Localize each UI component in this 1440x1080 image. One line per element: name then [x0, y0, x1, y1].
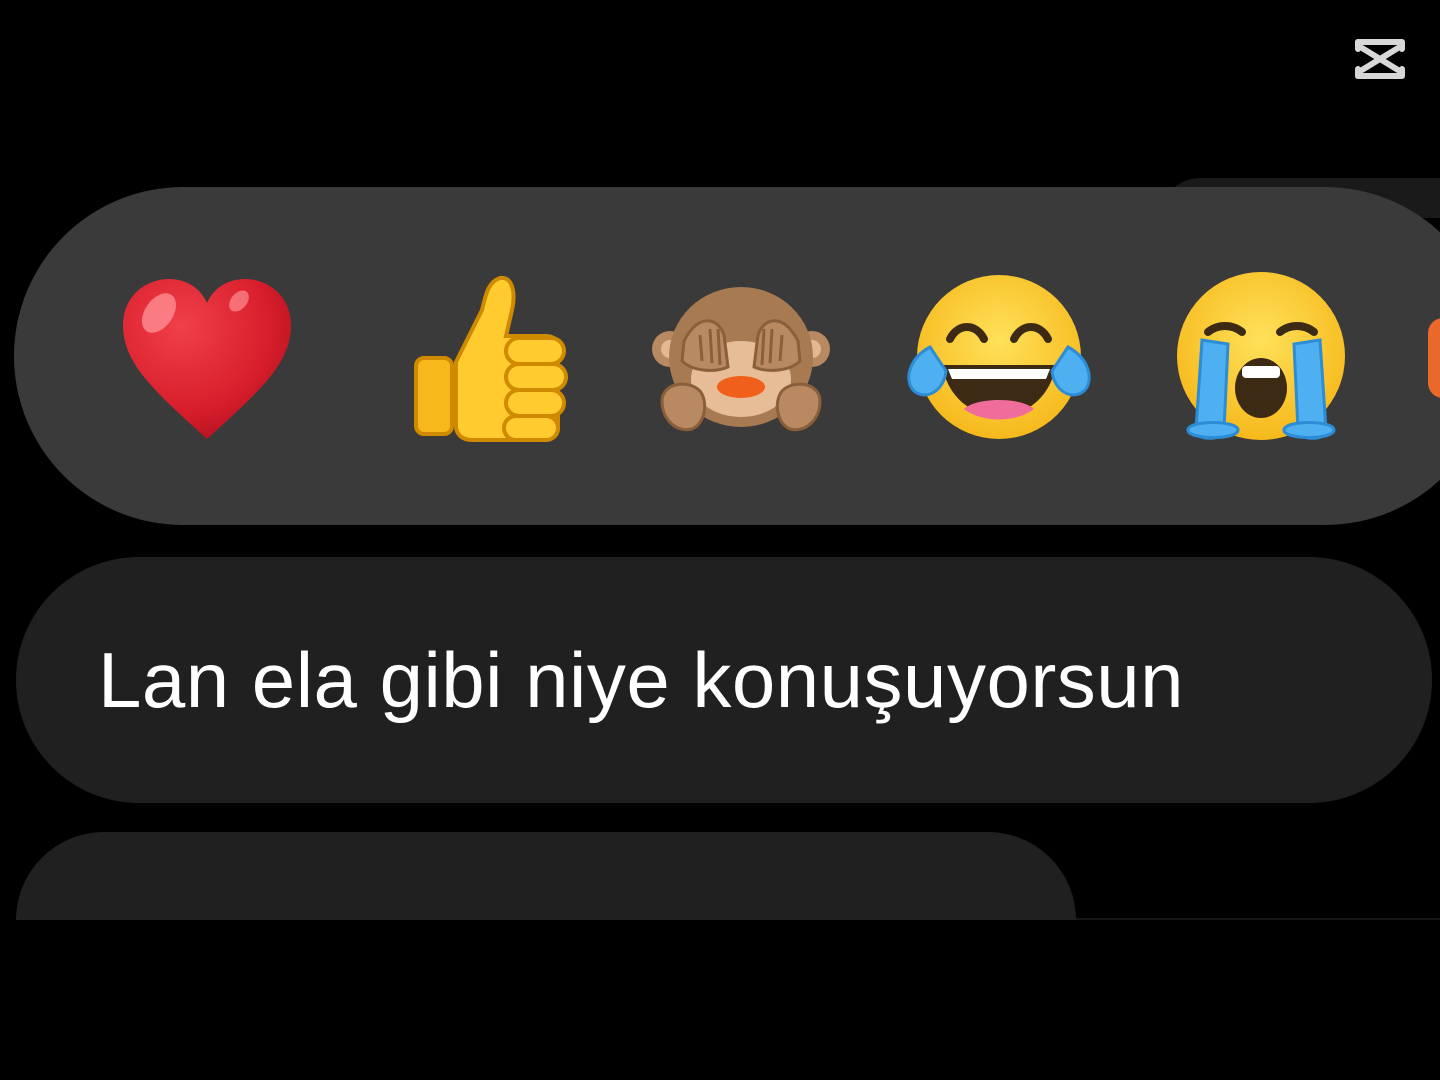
reaction-loudly-crying-button[interactable] — [1166, 268, 1356, 448]
see-no-evil-monkey-icon — [652, 287, 830, 432]
reaction-thumbs-up-button[interactable] — [388, 268, 578, 448]
thumbs-up-icon — [414, 275, 568, 442]
reaction-tears-of-joy-button[interactable] — [904, 268, 1094, 448]
loudly-crying-face-icon — [1177, 272, 1345, 440]
message-text: Lan ela gibi niye konuşuyorsun — [98, 635, 1185, 724]
red-heart-icon — [123, 279, 291, 439]
reaction-next-partial-icon[interactable] — [1428, 318, 1440, 398]
message-bubble[interactable]: Lan ela gibi niye konuşuyorsun — [16, 557, 1432, 803]
divider — [1076, 918, 1440, 920]
next-message-bubble[interactable] — [16, 832, 1076, 920]
capcut-logo-icon — [1355, 39, 1405, 79]
reaction-heart-button[interactable] — [112, 268, 302, 448]
face-with-tears-of-joy-icon — [907, 275, 1091, 439]
reaction-see-no-evil-monkey-button[interactable] — [646, 268, 836, 448]
